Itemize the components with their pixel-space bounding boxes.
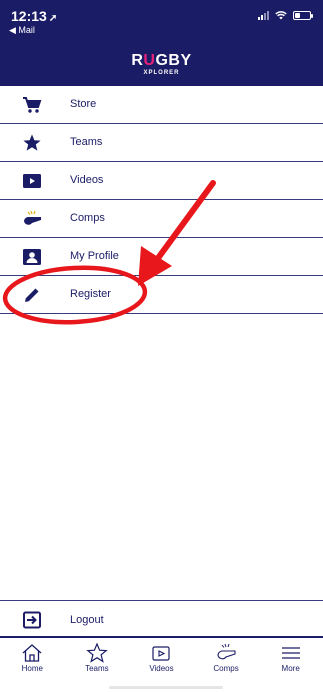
tab-more[interactable]: More bbox=[258, 640, 323, 676]
status-indicators bbox=[258, 11, 313, 20]
menu-item-my-profile[interactable]: My Profile bbox=[0, 238, 323, 276]
home-indicator[interactable] bbox=[109, 686, 223, 689]
signal-icon bbox=[258, 11, 269, 20]
menu-item-label: Register bbox=[70, 288, 111, 300]
star-outline-icon bbox=[86, 643, 108, 663]
menu-item-teams[interactable]: Teams bbox=[0, 124, 323, 162]
tab-comps[interactable]: Comps bbox=[194, 640, 259, 676]
play-icon bbox=[152, 646, 171, 661]
location-arrow-icon: ➚ bbox=[48, 13, 58, 24]
logout-label: Logout bbox=[70, 614, 104, 626]
tab-label: Teams bbox=[85, 664, 109, 673]
menu-item-label: Comps bbox=[70, 212, 105, 224]
more-menu-list: Store Teams Videos Comps My Profile Regi… bbox=[0, 86, 323, 314]
profile-icon bbox=[23, 249, 41, 265]
battery-icon bbox=[293, 11, 313, 20]
bottom-tab-bar: Home Teams Videos Comps More bbox=[0, 640, 323, 676]
star-icon bbox=[23, 134, 41, 151]
tab-videos[interactable]: Videos bbox=[129, 640, 194, 676]
video-icon bbox=[23, 174, 41, 188]
status-time-text: 12:13 bbox=[11, 8, 47, 24]
back-to-mail-link[interactable]: ◀ Mail bbox=[9, 25, 35, 36]
whistle-icon bbox=[24, 210, 41, 225]
logout-button[interactable]: Logout bbox=[0, 600, 323, 638]
tab-label: More bbox=[281, 664, 300, 673]
menu-item-comps[interactable]: Comps bbox=[0, 200, 323, 238]
whistle-outline-icon bbox=[217, 643, 236, 660]
status-time: 12:13 ➚ bbox=[11, 8, 57, 24]
logout-icon bbox=[23, 611, 41, 629]
tab-label: Videos bbox=[149, 664, 174, 673]
tab-label: Home bbox=[21, 664, 43, 673]
tab-label: Comps bbox=[213, 664, 239, 673]
menu-item-label: My Profile bbox=[70, 250, 119, 262]
menu-item-label: Teams bbox=[70, 136, 103, 148]
hamburger-icon bbox=[281, 647, 300, 659]
pencil-icon bbox=[25, 288, 39, 302]
wifi-icon bbox=[275, 11, 287, 20]
home-icon bbox=[22, 644, 42, 662]
menu-item-register[interactable]: Register bbox=[0, 276, 323, 314]
menu-item-store[interactable]: Store bbox=[0, 86, 323, 124]
menu-item-label: Store bbox=[70, 98, 97, 110]
menu-item-videos[interactable]: Videos bbox=[0, 162, 323, 200]
tab-teams[interactable]: Teams bbox=[65, 640, 130, 676]
app-header: 12:13 ➚ ◀ Mail RUGBY XPLORER bbox=[0, 0, 323, 86]
menu-item-label: Videos bbox=[70, 174, 104, 186]
rugby-xplorer-logo: RUGBY XPLORER bbox=[131, 52, 192, 77]
tab-home[interactable]: Home bbox=[0, 640, 65, 676]
cart-icon bbox=[23, 97, 42, 113]
